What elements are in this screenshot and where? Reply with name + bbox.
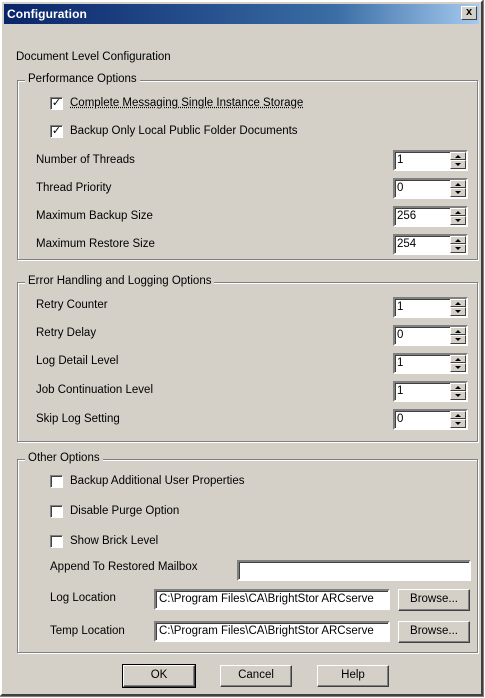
arrow-up-icon bbox=[455, 330, 461, 333]
spin-up-button[interactable] bbox=[450, 180, 466, 188]
job-continuation-level-value[interactable]: 1 bbox=[397, 385, 403, 397]
checkmark-icon: ✓ bbox=[51, 97, 62, 109]
dialog-heading: Document Level Configuration bbox=[16, 51, 171, 63]
spin-down-button[interactable] bbox=[450, 335, 466, 344]
spin-up-button[interactable] bbox=[450, 327, 466, 335]
backup-additional-user-properties-label: Backup Additional User Properties bbox=[70, 475, 245, 487]
number-of-threads-label: Number of Threads bbox=[36, 154, 135, 166]
help-button[interactable]: Help bbox=[317, 665, 389, 687]
maximum-restore-size-spinner[interactable]: 254 bbox=[393, 234, 468, 255]
job-continuation-level-spinner[interactable]: 1 bbox=[393, 381, 468, 402]
retry-delay-value[interactable]: 0 bbox=[397, 329, 403, 341]
arrow-down-icon bbox=[455, 191, 461, 194]
cancel-button[interactable]: Cancel bbox=[220, 665, 292, 687]
spin-up-button[interactable] bbox=[450, 355, 466, 363]
arrow-up-icon bbox=[455, 386, 461, 389]
thread-priority-spinner[interactable]: 0 bbox=[393, 178, 468, 199]
retry-counter-value[interactable]: 1 bbox=[397, 301, 403, 313]
retry-delay-spinner[interactable]: 0 bbox=[393, 325, 468, 346]
log-detail-level-label: Log Detail Level bbox=[36, 355, 119, 367]
spin-down-button[interactable] bbox=[450, 391, 466, 400]
checkmark-icon: ✓ bbox=[51, 125, 62, 137]
temp-location-browse-button[interactable]: Browse... bbox=[398, 621, 470, 643]
thread-priority-value[interactable]: 0 bbox=[397, 182, 403, 194]
arrow-down-icon bbox=[455, 366, 461, 369]
skip-log-setting-spinner[interactable]: 0 bbox=[393, 409, 468, 430]
spin-up-button[interactable] bbox=[450, 208, 466, 216]
spin-down-button[interactable] bbox=[450, 419, 466, 428]
backup-additional-user-properties-checkbox[interactable] bbox=[50, 475, 63, 488]
spin-down-button[interactable] bbox=[450, 307, 466, 316]
performance-options-group: Performance Options ✓ Complete Messaging… bbox=[17, 73, 478, 260]
maximum-backup-size-label: Maximum Backup Size bbox=[36, 210, 153, 222]
log-detail-level-spinner[interactable]: 1 bbox=[393, 353, 468, 374]
maximum-backup-size-spinner[interactable]: 256 bbox=[393, 206, 468, 227]
spin-up-button[interactable] bbox=[450, 152, 466, 160]
spin-down-button[interactable] bbox=[450, 216, 466, 225]
retry-counter-spinner[interactable]: 1 bbox=[393, 297, 468, 318]
arrow-up-icon bbox=[455, 211, 461, 214]
window-title: Configuration bbox=[7, 7, 87, 21]
job-continuation-level-label: Job Continuation Level bbox=[36, 384, 153, 396]
temp-location-input[interactable]: C:\Program Files\CA\BrightStor ARCserve bbox=[154, 621, 390, 642]
number-of-threads-value[interactable]: 1 bbox=[397, 154, 403, 166]
disable-purge-option-label: Disable Purge Option bbox=[70, 505, 180, 517]
configuration-dialog: Configuration x Document Level Configura… bbox=[0, 0, 484, 697]
show-brick-level-checkbox[interactable] bbox=[50, 535, 63, 548]
arrow-up-icon bbox=[455, 183, 461, 186]
skip-log-setting-value[interactable]: 0 bbox=[397, 413, 403, 425]
error-handling-group: Error Handling and Logging Options Retry… bbox=[17, 275, 478, 442]
skip-log-setting-label: Skip Log Setting bbox=[36, 413, 120, 425]
log-location-input[interactable]: C:\Program Files\CA\BrightStor ARCserve bbox=[154, 589, 390, 610]
arrow-up-icon bbox=[455, 155, 461, 158]
title-bar[interactable]: Configuration x bbox=[4, 4, 479, 24]
ok-button[interactable]: OK bbox=[122, 664, 196, 688]
arrow-up-icon bbox=[455, 358, 461, 361]
thread-priority-label: Thread Priority bbox=[36, 182, 112, 194]
backup-local-public-folder-checkbox[interactable]: ✓ bbox=[50, 125, 63, 138]
spin-down-button[interactable] bbox=[450, 160, 466, 169]
complete-messaging-checkbox[interactable]: ✓ bbox=[50, 97, 63, 110]
close-button[interactable]: x bbox=[461, 6, 477, 20]
maximum-restore-size-label: Maximum Restore Size bbox=[36, 238, 155, 250]
spin-up-button[interactable] bbox=[450, 411, 466, 419]
append-to-restored-mailbox-input[interactable] bbox=[237, 560, 471, 581]
temp-location-label: Temp Location bbox=[50, 625, 125, 637]
arrow-down-icon bbox=[455, 247, 461, 250]
spin-down-button[interactable] bbox=[450, 244, 466, 253]
arrow-up-icon bbox=[455, 414, 461, 417]
show-brick-level-label: Show Brick Level bbox=[70, 535, 159, 547]
arrow-down-icon bbox=[455, 394, 461, 397]
maximum-backup-size-value[interactable]: 256 bbox=[397, 210, 416, 222]
log-detail-level-value[interactable]: 1 bbox=[397, 357, 403, 369]
disable-purge-option-checkbox[interactable] bbox=[50, 505, 63, 518]
spin-down-button[interactable] bbox=[450, 363, 466, 372]
number-of-threads-spinner[interactable]: 1 bbox=[393, 150, 468, 171]
spin-up-button[interactable] bbox=[450, 236, 466, 244]
arrow-down-icon bbox=[455, 310, 461, 313]
retry-delay-label: Retry Delay bbox=[36, 327, 97, 339]
arrow-up-icon bbox=[455, 302, 461, 305]
append-to-restored-mailbox-label: Append To Restored Mailbox bbox=[50, 561, 198, 573]
spin-up-button[interactable] bbox=[450, 299, 466, 307]
spin-down-button[interactable] bbox=[450, 188, 466, 197]
performance-options-title: Performance Options bbox=[25, 73, 140, 85]
retry-counter-label: Retry Counter bbox=[36, 299, 108, 311]
arrow-up-icon bbox=[455, 239, 461, 242]
other-options-title: Other Options bbox=[25, 452, 103, 464]
backup-local-public-folder-label: Backup Only Local Public Folder Document… bbox=[70, 125, 298, 137]
maximum-restore-size-value[interactable]: 254 bbox=[397, 238, 416, 250]
arrow-down-icon bbox=[455, 422, 461, 425]
log-location-label: Log Location bbox=[50, 592, 116, 604]
spin-up-button[interactable] bbox=[450, 383, 466, 391]
other-options-group: Other Options Backup Additional User Pro… bbox=[17, 452, 478, 653]
log-location-browse-button[interactable]: Browse... bbox=[398, 589, 470, 611]
arrow-down-icon bbox=[455, 219, 461, 222]
arrow-down-icon bbox=[455, 163, 461, 166]
error-handling-title: Error Handling and Logging Options bbox=[25, 275, 215, 287]
arrow-down-icon bbox=[455, 338, 461, 341]
close-icon: x bbox=[465, 6, 473, 18]
complete-messaging-label: Complete Messaging Single Instance Stora… bbox=[70, 97, 304, 109]
